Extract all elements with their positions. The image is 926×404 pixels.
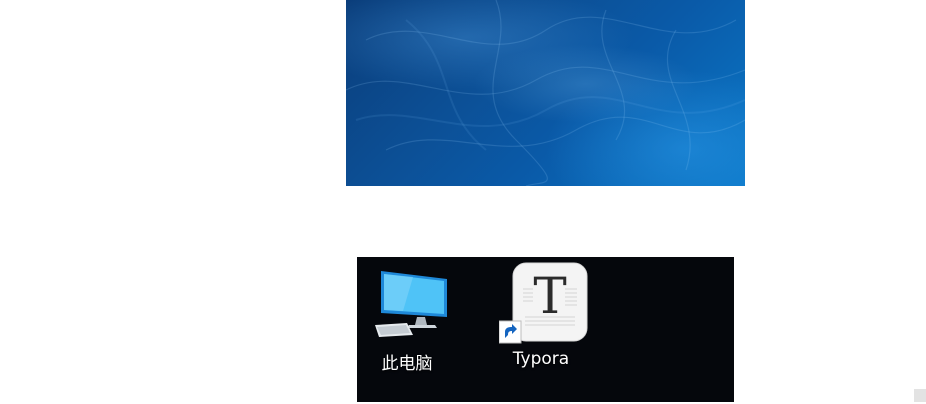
page: 此电脑 T Typora: [0, 0, 926, 404]
typora-t-glyph: T: [533, 267, 566, 325]
shortcut-arrow-icon: [499, 320, 522, 344]
typora-icon: T: [499, 262, 588, 344]
desktop-icon-typora[interactable]: T Typora: [491, 257, 591, 402]
scrollbar-corner[interactable]: [914, 389, 926, 402]
desktop-area: 此电脑 T Typora: [357, 257, 734, 402]
computer-icon: [375, 271, 447, 337]
wallpaper-image: [346, 0, 745, 186]
smoke-texture: [346, 0, 745, 186]
this-pc-label: 此电脑: [381, 354, 433, 374]
typora-label: Typora: [512, 349, 570, 369]
desktop-icon-this-pc[interactable]: 此电脑: [357, 257, 457, 402]
